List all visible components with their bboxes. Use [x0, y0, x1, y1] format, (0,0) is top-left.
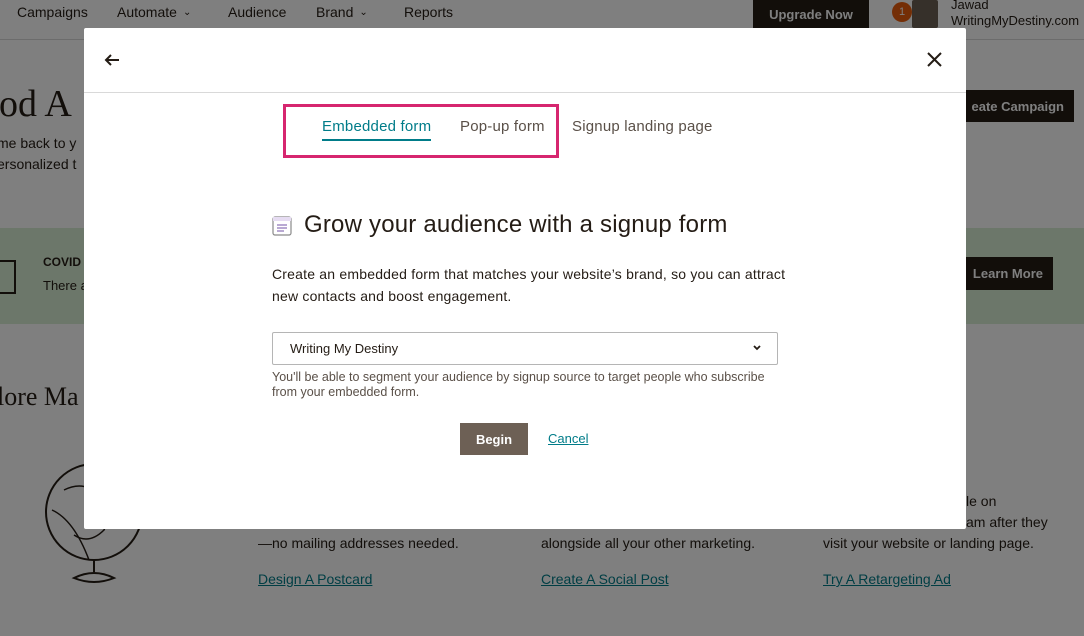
cancel-link[interactable]: Cancel: [548, 431, 588, 446]
modal-header: [84, 28, 966, 93]
modal-heading: Grow your audience with a signup form: [304, 211, 728, 238]
tab-embedded-form[interactable]: Embedded form: [322, 118, 432, 141]
audience-select[interactable]: Writing My Destiny: [272, 332, 778, 365]
signup-form-modal: Embedded form Pop-up form Signup landing…: [84, 28, 966, 529]
close-icon[interactable]: [924, 48, 946, 72]
back-arrow-icon[interactable]: [104, 48, 124, 72]
tab-signup-landing-page[interactable]: Signup landing page: [572, 118, 713, 135]
form-icon: [272, 216, 292, 236]
chevron-down-icon: [753, 345, 761, 351]
helper-text: You'll be able to segment your audience …: [272, 370, 765, 399]
modal-description: Create an embedded form that matches you…: [272, 266, 786, 304]
begin-button[interactable]: Begin: [460, 423, 528, 455]
tab-popup-form[interactable]: Pop-up form: [460, 118, 545, 135]
audience-select-value: Writing My Destiny: [290, 341, 399, 356]
